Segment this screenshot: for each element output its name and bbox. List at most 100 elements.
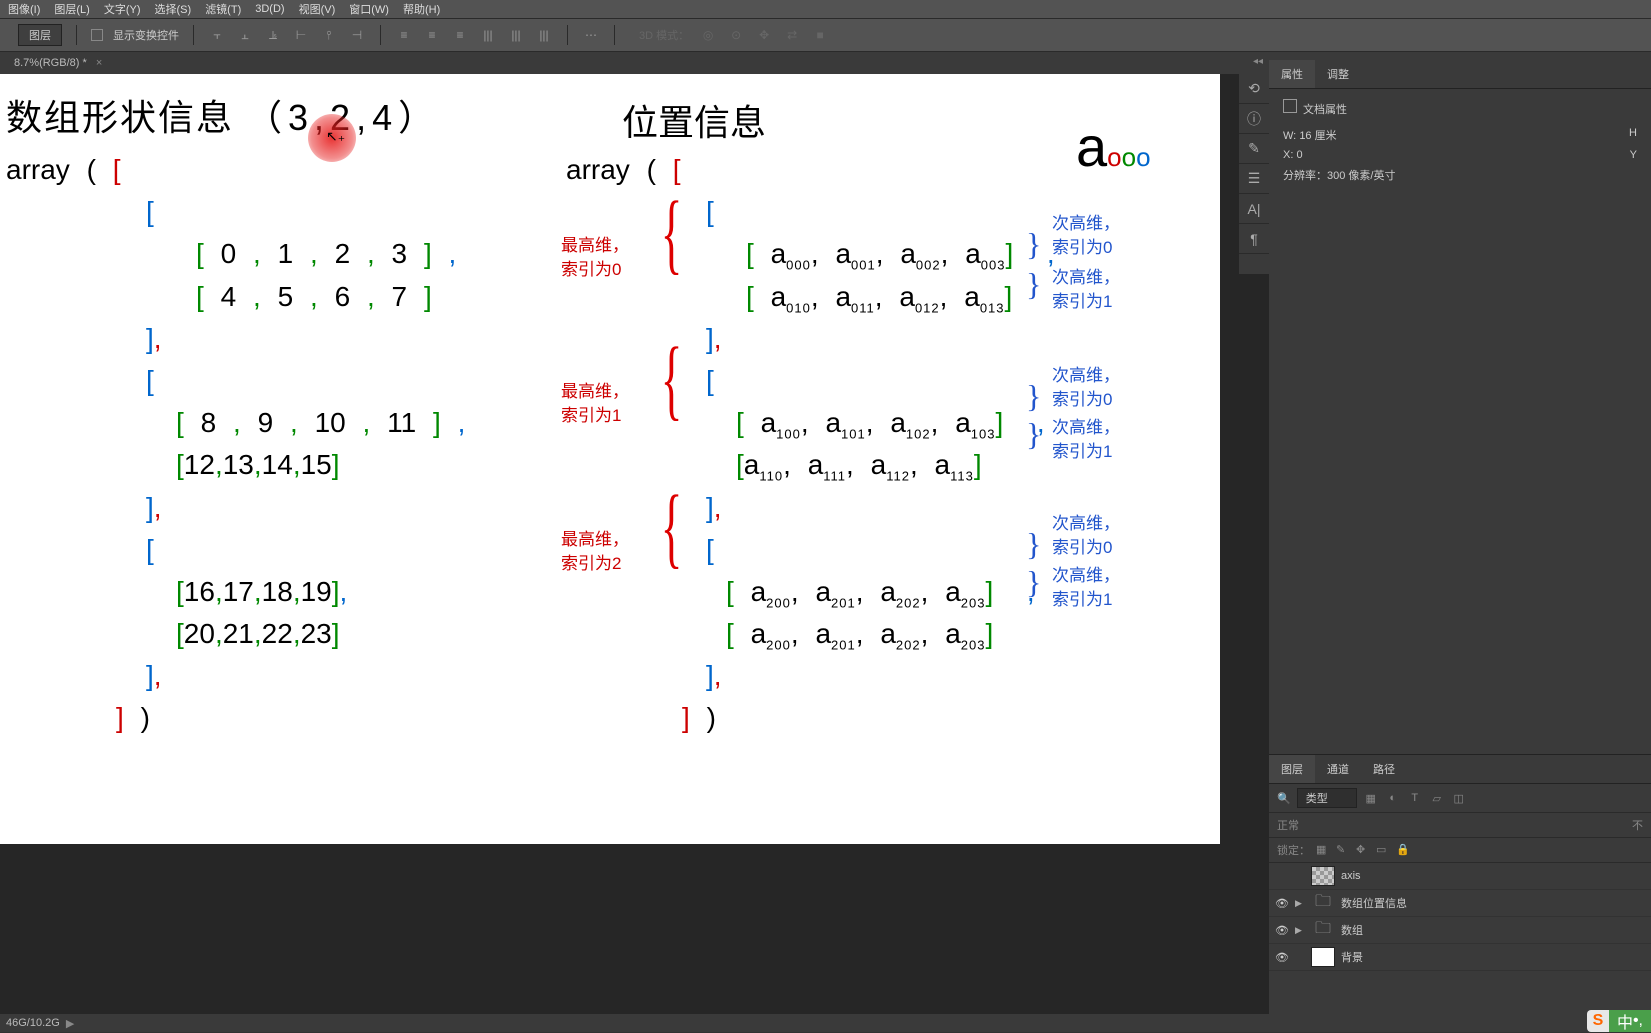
title-shape-info: 数组形状信息 （3,2,4） bbox=[6, 89, 440, 141]
tab-channels[interactable]: 通道 bbox=[1315, 755, 1361, 783]
dist-hcenter-icon[interactable]: ||| bbox=[507, 26, 525, 44]
visibility-toggle-icon[interactable]: 👁 bbox=[1275, 951, 1289, 964]
3d-orbit-icon[interactable]: ◎ bbox=[699, 26, 717, 44]
dist-left-icon[interactable]: ||| bbox=[479, 26, 497, 44]
layers-panel: 图层 通道 路径 🔍 类型 ▦ ◐ T ▱ ◫ 正常 不 锁定： ▦ ✎ ✥ ▭… bbox=[1269, 754, 1651, 1014]
right-panels: 属性 调整 文档属性 W: 16 厘米 H X: 0 Y 分辨率：300 像素/… bbox=[1269, 60, 1651, 1014]
show-transform-checkbox[interactable] bbox=[91, 29, 103, 41]
3d-pan-icon[interactable]: ✥ bbox=[755, 26, 773, 44]
brace-blue-20: } bbox=[1026, 526, 1041, 563]
align-right-icon[interactable]: ⊣ bbox=[348, 26, 366, 44]
align-top-icon[interactable]: ⫟ bbox=[208, 26, 226, 44]
lock-all-icon[interactable]: 🔒 bbox=[1396, 843, 1410, 857]
align-left-icon[interactable]: ⊢ bbox=[292, 26, 310, 44]
brace-blue-00: } bbox=[1026, 226, 1041, 263]
visibility-toggle-icon[interactable]: 👁 bbox=[1275, 897, 1289, 910]
menu-layer[interactable]: 图层(L) bbox=[54, 1, 89, 17]
autoselect-dropdown[interactable]: 图层 bbox=[18, 24, 62, 46]
brace-red-2: { bbox=[661, 476, 683, 579]
layer-name: 数组 bbox=[1341, 922, 1363, 938]
blend-row: 正常 不 bbox=[1269, 813, 1651, 838]
dist-bottom-icon[interactable]: ≡ bbox=[451, 26, 469, 44]
layer-thumbnail bbox=[1311, 947, 1335, 967]
align-hcenter-icon[interactable]: ⫯ bbox=[320, 26, 338, 44]
layer-name: 背景 bbox=[1341, 949, 1363, 965]
menu-filter[interactable]: 滤镜(T) bbox=[205, 1, 241, 17]
paragraph-icon[interactable]: ¶ bbox=[1239, 224, 1269, 254]
collapse-panels-icon[interactable]: ◂◂ bbox=[1253, 56, 1267, 68]
brace-red-1: { bbox=[661, 328, 683, 431]
tab-layers[interactable]: 图层 bbox=[1269, 755, 1315, 783]
layer-filter-row: 🔍 类型 ▦ ◐ T ▱ ◫ bbox=[1269, 784, 1651, 813]
width-label: W: 16 厘米 bbox=[1283, 127, 1343, 143]
x-label: X: 0 bbox=[1283, 149, 1343, 161]
filter-shape-icon[interactable]: ▱ bbox=[1429, 790, 1445, 806]
menu-image[interactable]: 图像(I) bbox=[8, 1, 40, 17]
layer-position-group[interactable]: 👁 ▶ 🗀 数组位置信息 bbox=[1269, 890, 1651, 917]
expand-arrow-icon[interactable]: ▶ bbox=[1295, 898, 1305, 909]
brace-blue-11: } bbox=[1026, 416, 1041, 453]
tab-paths[interactable]: 路径 bbox=[1361, 755, 1407, 783]
menu-3d[interactable]: 3D(D) bbox=[255, 3, 284, 15]
menu-window[interactable]: 窗口(W) bbox=[349, 1, 389, 17]
lock-artboard-icon[interactable]: ▭ bbox=[1376, 843, 1390, 857]
menu-view[interactable]: 视图(V) bbox=[299, 1, 336, 17]
close-tab-icon[interactable]: × bbox=[96, 57, 102, 69]
status-bar: 46G/10.2G ▶ bbox=[0, 1014, 1651, 1032]
layer-array-group[interactable]: 👁 ▶ 🗀 数组 bbox=[1269, 917, 1651, 944]
resolution-label: 分辨率：300 像素/英寸 bbox=[1283, 167, 1395, 183]
lock-position-icon[interactable]: ✥ bbox=[1356, 843, 1370, 857]
info-icon[interactable]: ⓘ bbox=[1239, 104, 1269, 134]
filter-type-dropdown[interactable]: 类型 bbox=[1297, 788, 1357, 808]
filter-pixel-icon[interactable]: ▦ bbox=[1363, 790, 1379, 806]
expand-arrow-icon[interactable]: ▶ bbox=[1295, 925, 1305, 936]
tab-properties[interactable]: 属性 bbox=[1269, 60, 1315, 88]
tab-adjustments[interactable]: 调整 bbox=[1315, 60, 1361, 88]
dist-top-icon[interactable]: ≡ bbox=[395, 26, 413, 44]
status-arrow-icon[interactable]: ▶ bbox=[66, 1017, 74, 1030]
lock-brush-icon[interactable]: ✎ bbox=[1336, 843, 1350, 857]
3d-roll-icon[interactable]: ⊙ bbox=[727, 26, 745, 44]
a-subscript-legend: aooo bbox=[1076, 114, 1151, 180]
brush-icon[interactable]: ✎ bbox=[1239, 134, 1269, 164]
layer-axis[interactable]: axis bbox=[1269, 863, 1651, 890]
dist-vcenter-icon[interactable]: ≡ bbox=[423, 26, 441, 44]
menu-select[interactable]: 选择(S) bbox=[155, 1, 192, 17]
canvas-area: 数组形状信息 （3,2,4） 位置信息 aooo array ( [ [ [ 0… bbox=[0, 74, 1269, 1014]
ime-s-badge: S bbox=[1587, 1010, 1609, 1032]
filter-type-icon[interactable]: T bbox=[1407, 790, 1423, 806]
visibility-toggle-icon[interactable]: 👁 bbox=[1275, 924, 1289, 937]
layer-background[interactable]: 👁 背景 bbox=[1269, 944, 1651, 971]
annot-second-00: 次高维，索引为0 bbox=[1052, 212, 1120, 260]
document-canvas[interactable]: 数组形状信息 （3,2,4） 位置信息 aooo array ( [ [ [ 0… bbox=[0, 74, 1220, 844]
filter-smart-icon[interactable]: ◫ bbox=[1451, 790, 1467, 806]
dist-right-icon[interactable]: ||| bbox=[535, 26, 553, 44]
adjust-icon[interactable]: ☰ bbox=[1239, 164, 1269, 194]
filter-adjust-icon[interactable]: ◐ bbox=[1385, 790, 1401, 806]
ime-lang-badge: 中 •, bbox=[1609, 1010, 1651, 1032]
ime-indicator[interactable]: S 中 •, bbox=[1587, 1010, 1651, 1032]
annot-highest-2: 最高维，索引为2 bbox=[561, 528, 629, 576]
blend-mode-dropdown[interactable]: 正常 bbox=[1277, 817, 1299, 833]
brace-blue-10: } bbox=[1026, 378, 1041, 415]
3d-zoom-icon[interactable]: ■ bbox=[811, 26, 829, 44]
align-bottom-icon[interactable]: ⫡ bbox=[264, 26, 282, 44]
3d-slide-icon[interactable]: ⇄ bbox=[783, 26, 801, 44]
annot-second-11: 次高维，索引为1 bbox=[1052, 416, 1120, 464]
history-icon[interactable]: ⟲ bbox=[1239, 74, 1269, 104]
lock-label: 锁定： bbox=[1277, 842, 1310, 858]
document-content: 数组形状信息 （3,2,4） 位置信息 aooo array ( [ [ [ 0… bbox=[0, 74, 1220, 844]
align-vcenter-icon[interactable]: ⫠ bbox=[236, 26, 254, 44]
status-text: 46G/10.2G bbox=[6, 1017, 60, 1029]
opacity-label: 不 bbox=[1632, 817, 1643, 833]
annot-highest-1: 最高维，索引为1 bbox=[561, 380, 629, 428]
lock-pixels-icon[interactable]: ▦ bbox=[1316, 843, 1330, 857]
document-tab[interactable]: 8.7%(RGB/8) * × bbox=[6, 55, 110, 71]
search-icon[interactable]: 🔍 bbox=[1277, 792, 1291, 805]
title-position-info: 位置信息 bbox=[622, 94, 766, 146]
height-label: H bbox=[1629, 127, 1637, 143]
character-icon[interactable]: A| bbox=[1239, 194, 1269, 224]
menu-type[interactable]: 文字(Y) bbox=[104, 1, 141, 17]
more-align-icon[interactable]: ⋯ bbox=[582, 26, 600, 44]
menu-help[interactable]: 帮助(H) bbox=[403, 1, 440, 17]
